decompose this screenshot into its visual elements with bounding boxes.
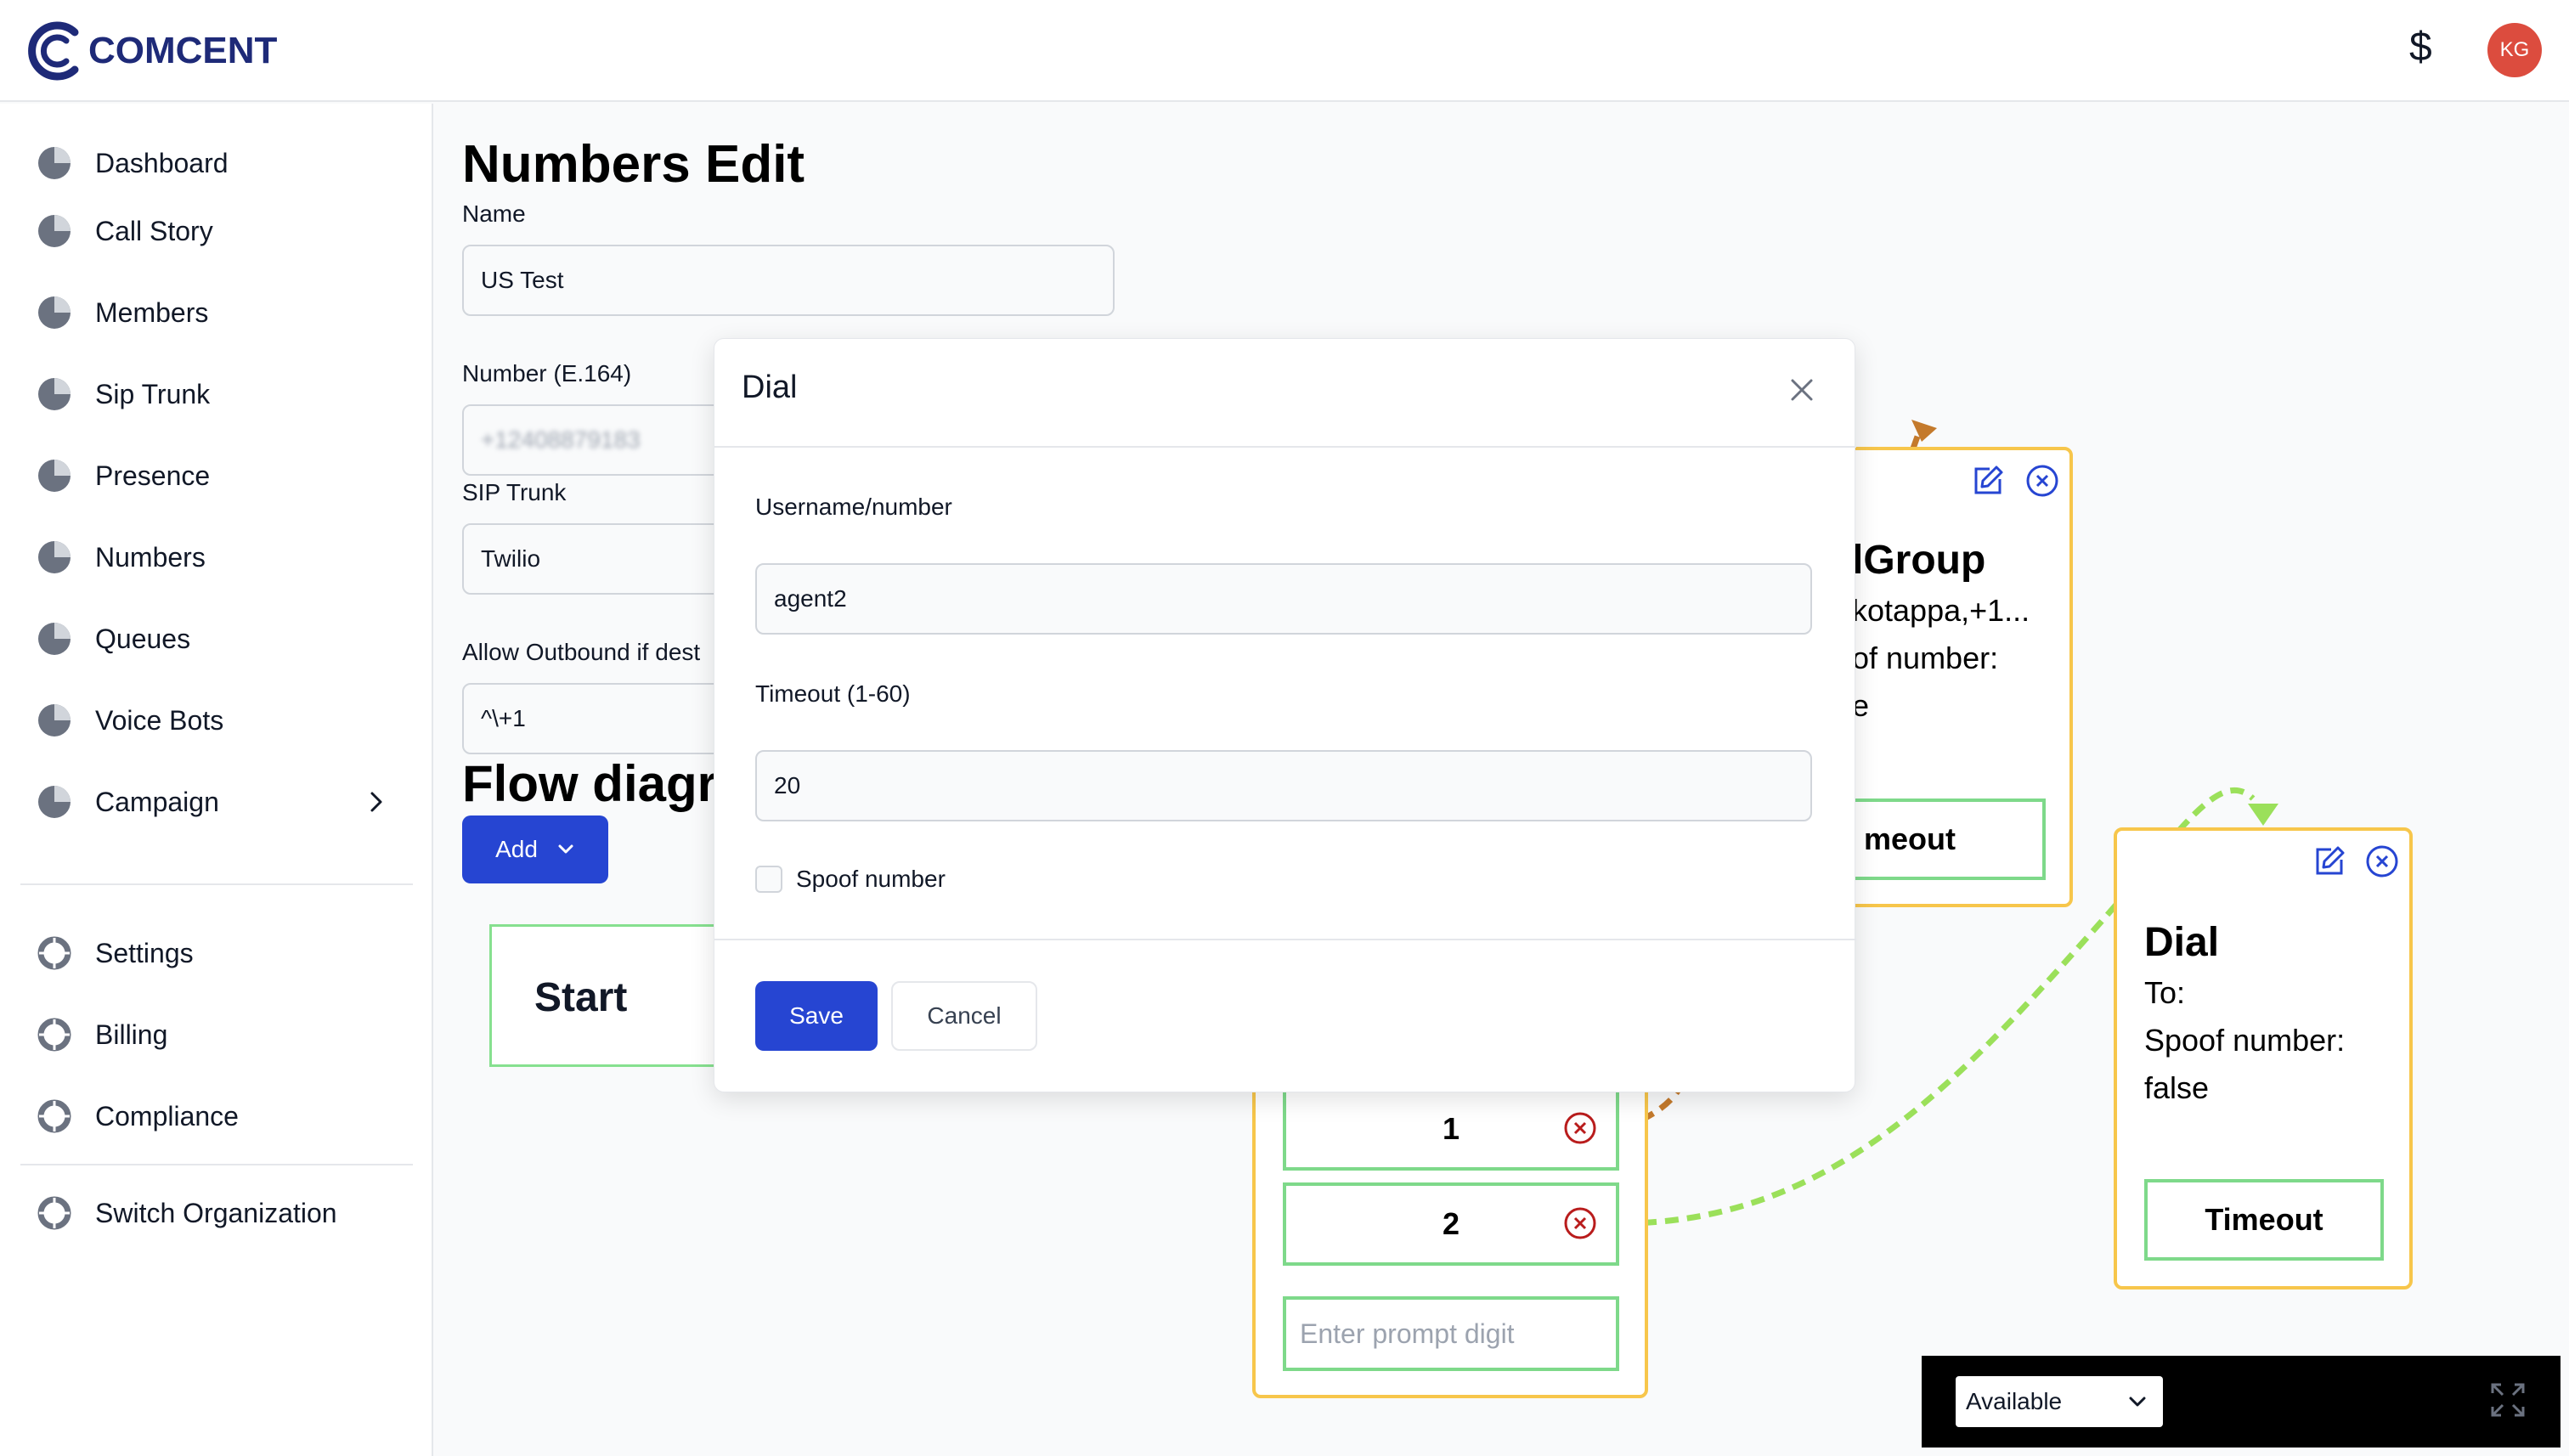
flow-node-start[interactable]: Start — [489, 924, 744, 1067]
dial-node-timeout-box[interactable]: Timeout — [2144, 1179, 2384, 1261]
username-label: Username/number — [755, 494, 952, 520]
timeout-label: Timeout (1-60) — [755, 680, 911, 707]
username-input-value: agent2 — [774, 585, 847, 612]
dial-group-members: kotappa,+1... — [1852, 593, 2030, 628]
chevron-down-icon — [2129, 1397, 2146, 1407]
flow-node-dial[interactable]: Dial To: Spoof number: false Timeout — [2114, 827, 2413, 1290]
close-circle-icon[interactable] — [2365, 844, 2399, 878]
timeout-input-value: 20 — [774, 772, 801, 799]
remove-option-icon[interactable] — [1563, 1206, 1597, 1240]
dial-node-title: Dial — [2144, 920, 2220, 965]
menu-option-1[interactable]: 1 — [1283, 1087, 1619, 1171]
arrowhead-green — [2248, 804, 2278, 826]
modal-header-divider — [714, 446, 1856, 448]
spoof-number-checkbox[interactable] — [755, 866, 782, 893]
username-input[interactable]: agent2 — [755, 563, 1812, 635]
dial-node-spoof-label: Spoof number: — [2144, 1023, 2346, 1058]
edit-icon[interactable] — [1971, 464, 2005, 498]
dial-group-timeout-box[interactable]: meout — [1827, 799, 2046, 880]
start-node-label: Start — [534, 975, 628, 1020]
dial-node-spoof-value: false — [2144, 1070, 2210, 1105]
dial-group-spoof-label: of number: — [1852, 641, 1999, 675]
cancel-button[interactable]: Cancel — [891, 981, 1037, 1051]
prompt-digit-placeholder: Enter prompt digit — [1300, 1318, 1515, 1349]
close-circle-icon[interactable] — [2025, 464, 2059, 498]
agent-status-widget: Available — [1922, 1356, 2561, 1448]
save-button[interactable]: Save — [755, 981, 878, 1051]
modal-footer-divider — [714, 939, 1856, 940]
spoof-number-label: Spoof number — [796, 866, 946, 892]
flow-node-menu[interactable]: 1 2 Enter prompt digit — [1252, 1053, 1648, 1398]
close-icon[interactable] — [1785, 373, 1819, 407]
menu-option-2-label: 2 — [1442, 1206, 1460, 1241]
status-select-value: Available — [1966, 1388, 2063, 1414]
dial-modal: Dial Username/number agent2 Timeout (1-6… — [714, 338, 1856, 1092]
timeout-input[interactable]: 20 — [755, 750, 1812, 821]
edit-icon[interactable] — [2312, 844, 2346, 878]
menu-option-1-label: 1 — [1442, 1111, 1460, 1146]
dial-node-timeout-label: Timeout — [2205, 1202, 2323, 1237]
status-select[interactable]: Available — [1956, 1376, 2163, 1427]
menu-option-2[interactable]: 2 — [1283, 1182, 1619, 1266]
prompt-digit-input[interactable]: Enter prompt digit — [1283, 1296, 1619, 1371]
remove-option-icon[interactable] — [1563, 1111, 1597, 1145]
modal-title: Dial — [742, 370, 798, 405]
dial-group-title: lGroup — [1852, 538, 1986, 583]
dial-group-timeout-label: meout — [1864, 821, 1956, 856]
dial-node-to-label: To: — [2144, 975, 2186, 1010]
expand-icon[interactable] — [2489, 1381, 2527, 1419]
